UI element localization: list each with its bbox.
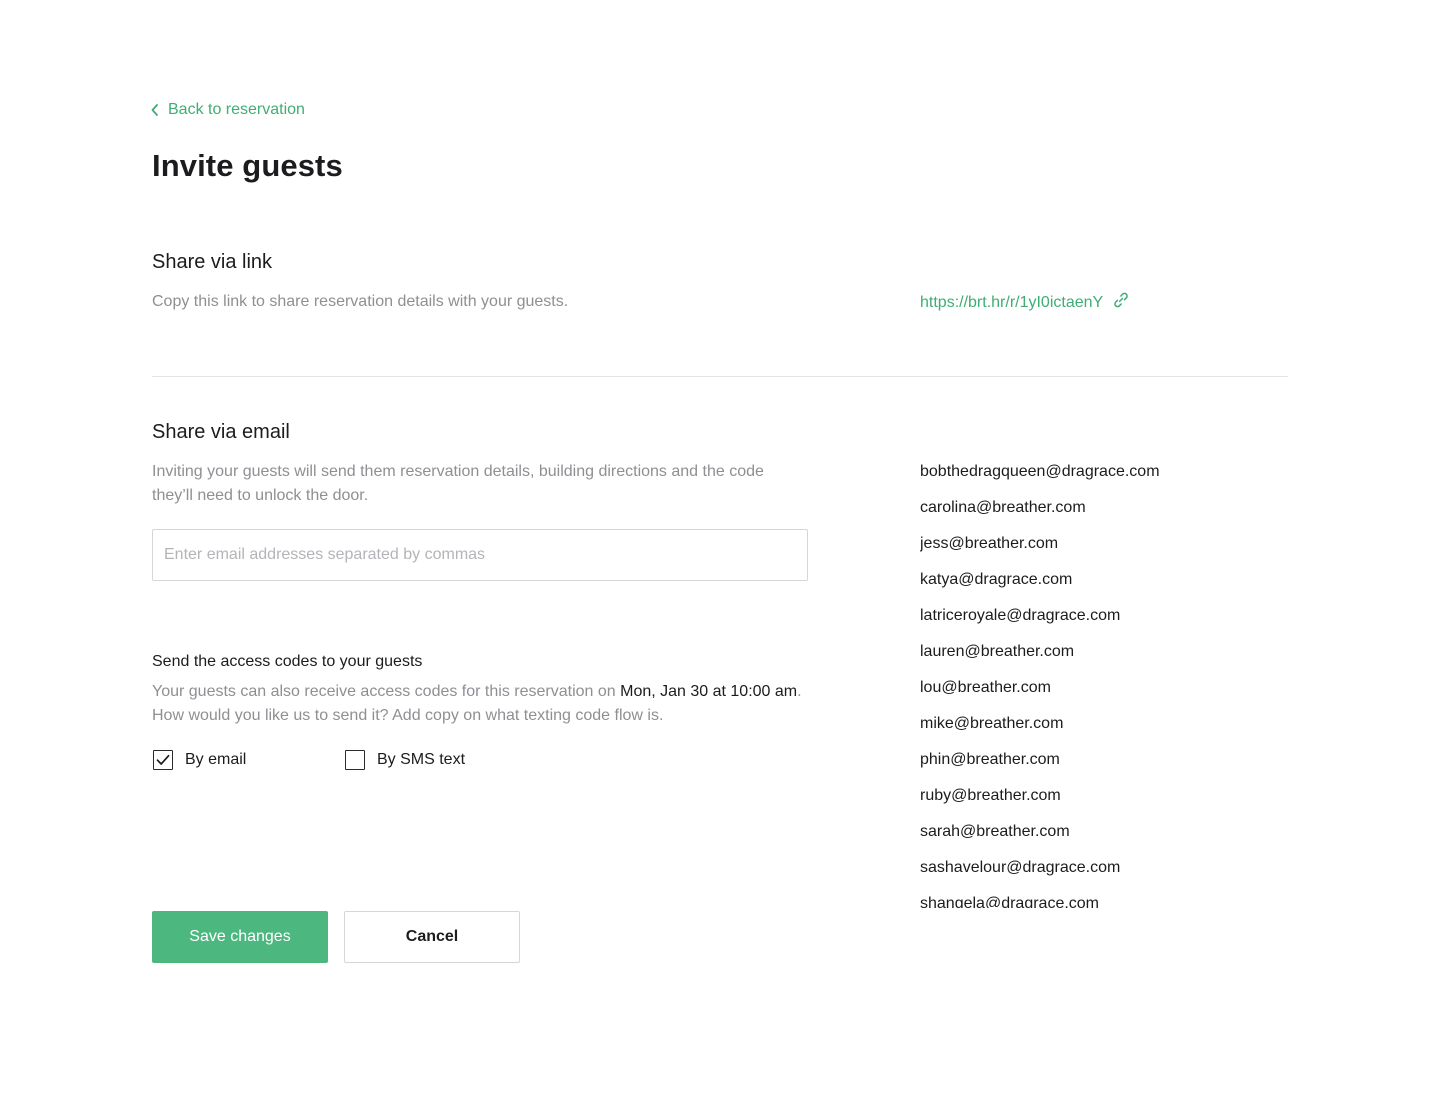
share-link[interactable]: https://brt.hr/r/1yI0ictaenY [920,291,1130,314]
guest-email-item: carolina@breather.com [920,499,1086,516]
guest-email-item: shangela@dragrace.com [920,895,1100,908]
guest-email-item: lauren@breather.com [920,643,1075,660]
email-addresses-input[interactable] [152,529,808,581]
section-divider [152,376,1288,377]
share-email-description: Inviting your guests will send them rese… [152,463,764,504]
share-link-description: Copy this link to share reservation deta… [152,293,569,310]
checkbox-checked[interactable] [153,750,173,770]
by-email-label: By email [185,751,247,768]
access-codes-title: Send the access codes to your guests [152,653,423,670]
guest-email-item: ruby@breather.com [920,787,1061,804]
checkmark-icon [156,754,170,765]
guest-email-item: sashavelour@dragrace.com [920,859,1121,876]
cancel-button[interactable]: Cancel [344,911,520,963]
share-email-title: Share via email [152,421,290,443]
back-to-reservation-link[interactable]: Back to reservation [150,101,305,119]
save-changes-button[interactable]: Save changes [152,911,328,963]
by-sms-label: By SMS text [377,751,466,768]
by-email-checkbox[interactable]: By email [153,750,246,770]
share-link-url[interactable]: https://brt.hr/r/1yI0ictaenY [920,294,1103,312]
share-link-title: Share via link [152,251,273,273]
link-icon[interactable] [1112,291,1130,314]
back-link-label: Back to reservation [168,101,305,118]
guest-email-item: sarah@breather.com [920,823,1070,840]
guest-email-item: mike@breather.com [920,715,1064,732]
guest-email-item: latriceroyale@dragrace.com [920,607,1121,624]
access-codes-description: Your guests can also receive access code… [152,680,802,728]
guest-email-item: lou@breather.com [920,679,1051,696]
chevron-left-icon [150,103,159,117]
guest-email-item: bobthedragqueen@dragrace.com [920,463,1160,480]
guest-email-item: phin@breather.com [920,751,1060,768]
access-desc-intro: Your guests can also receive access code… [152,683,621,700]
checkbox-unchecked[interactable] [345,750,365,770]
guest-email-item: katya@dragrace.com [920,571,1073,588]
guest-email-item: jess@breather.com [920,535,1059,552]
guest-email-list[interactable]: bobthedragqueen@dragrace.com carolina@bre… [920,458,1250,908]
by-sms-checkbox[interactable]: By SMS text [345,750,465,770]
reservation-datetime: Mon, Jan 30 at 10:00 am [620,683,798,700]
page-title: Invite guests [152,148,343,183]
